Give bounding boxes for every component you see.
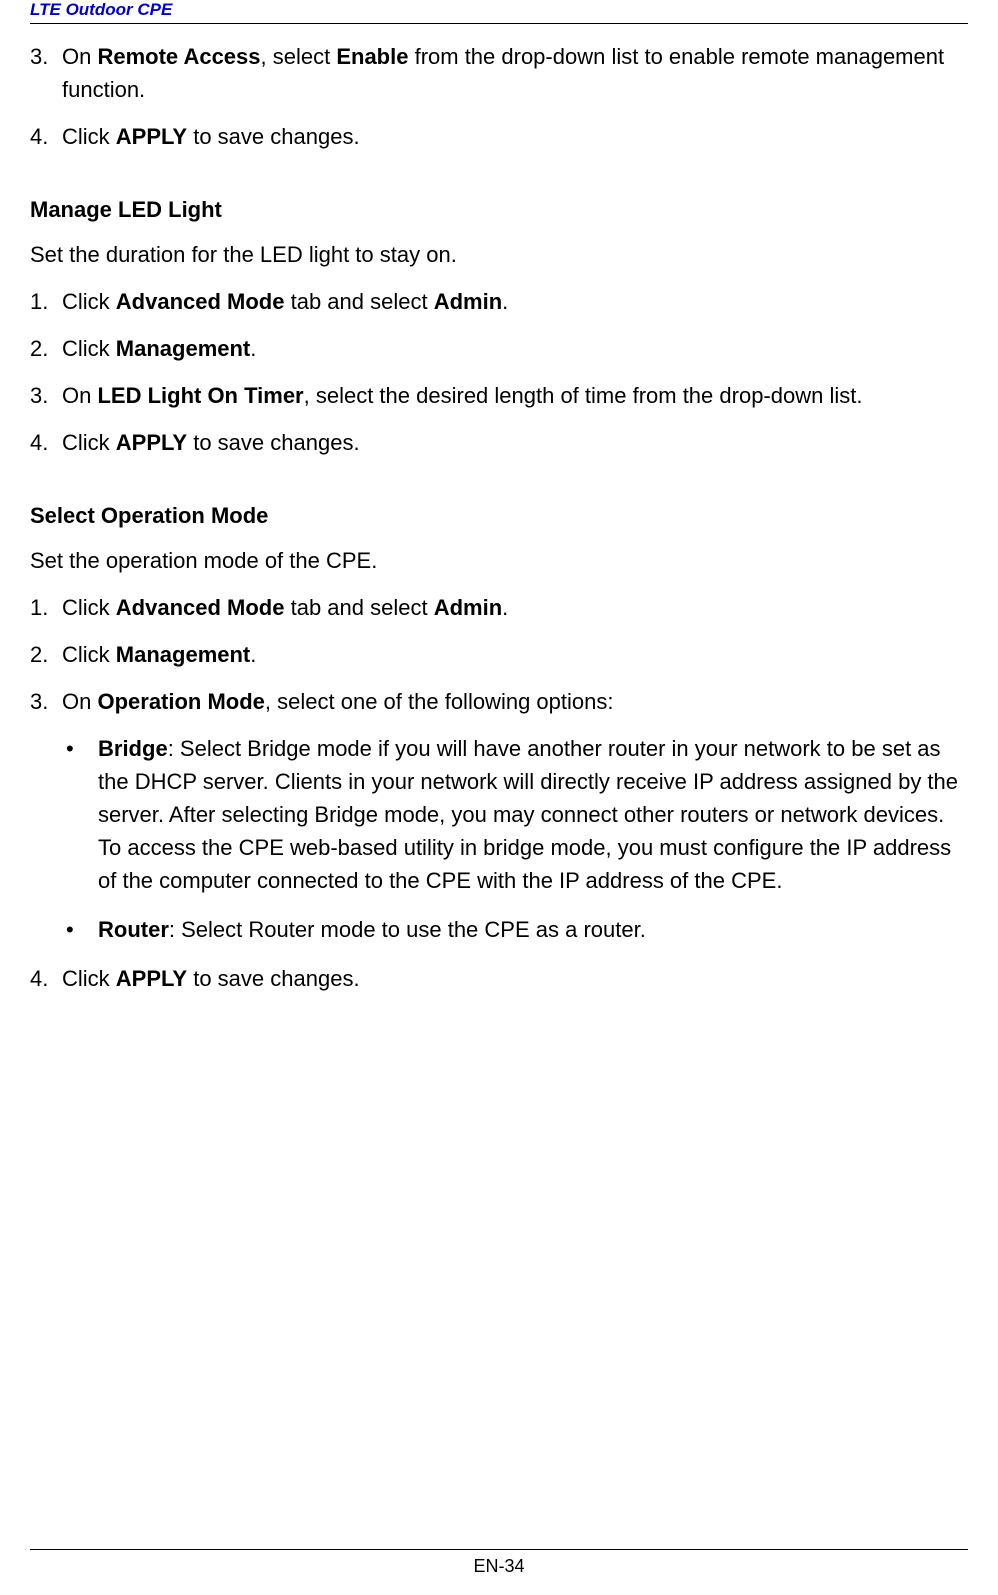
section-heading: Manage LED Light — [30, 193, 968, 226]
item-number: 1. — [30, 285, 62, 318]
item-number: 4. — [30, 962, 62, 995]
section3-bullets: • Bridge: Select Bridge mode if you will… — [30, 732, 968, 946]
list-item: 3. On Operation Mode, select one of the … — [30, 685, 968, 718]
bullet-text: Router: Select Router mode to use the CP… — [98, 913, 968, 946]
item-text: Click APPLY to save changes. — [62, 962, 968, 995]
document-header: LTE Outdoor CPE — [30, 0, 968, 24]
item-text: Click Advanced Mode tab and select Admin… — [62, 591, 968, 624]
item-text: On Operation Mode, select one of the fol… — [62, 685, 968, 718]
list-item: 4. Click APPLY to save changes. — [30, 962, 968, 995]
section3-list: 1. Click Advanced Mode tab and select Ad… — [30, 591, 968, 718]
page-footer: EN-34 — [30, 1549, 968, 1577]
document-content: 3. On Remote Access, select Enable from … — [30, 40, 968, 995]
list-item: 4. Click APPLY to save changes. — [30, 426, 968, 459]
item-number: 1. — [30, 591, 62, 624]
item-text: Click Advanced Mode tab and select Admin… — [62, 285, 968, 318]
section3-list-cont: 4. Click APPLY to save changes. — [30, 962, 968, 995]
item-number: 4. — [30, 120, 62, 153]
item-number: 3. — [30, 379, 62, 412]
item-text: Click Management. — [62, 638, 968, 671]
item-text: Click Management. — [62, 332, 968, 365]
bullet-icon: • — [66, 732, 98, 897]
list-item: 1. Click Advanced Mode tab and select Ad… — [30, 591, 968, 624]
section1-list: 3. On Remote Access, select Enable from … — [30, 40, 968, 153]
bullet-item: • Bridge: Select Bridge mode if you will… — [66, 732, 968, 897]
section-description: Set the duration for the LED light to st… — [30, 238, 968, 271]
list-item: 2. Click Management. — [30, 332, 968, 365]
bullet-item: • Router: Select Router mode to use the … — [66, 913, 968, 946]
item-number: 2. — [30, 332, 62, 365]
item-text: On LED Light On Timer, select the desire… — [62, 379, 968, 412]
item-text: Click APPLY to save changes. — [62, 426, 968, 459]
section-description: Set the operation mode of the CPE. — [30, 544, 968, 577]
section-heading: Select Operation Mode — [30, 499, 968, 532]
item-number: 3. — [30, 685, 62, 718]
bullet-icon: • — [66, 913, 98, 946]
list-item: 2. Click Management. — [30, 638, 968, 671]
bullet-text: Bridge: Select Bridge mode if you will h… — [98, 732, 968, 897]
list-item: 1. Click Advanced Mode tab and select Ad… — [30, 285, 968, 318]
section2-list: 1. Click Advanced Mode tab and select Ad… — [30, 285, 968, 459]
item-number: 2. — [30, 638, 62, 671]
item-text: Click APPLY to save changes. — [62, 120, 968, 153]
item-text: On Remote Access, select Enable from the… — [62, 40, 968, 106]
list-item: 3. On LED Light On Timer, select the des… — [30, 379, 968, 412]
item-number: 4. — [30, 426, 62, 459]
list-item: 3. On Remote Access, select Enable from … — [30, 40, 968, 106]
list-item: 4. Click APPLY to save changes. — [30, 120, 968, 153]
item-number: 3. — [30, 40, 62, 106]
